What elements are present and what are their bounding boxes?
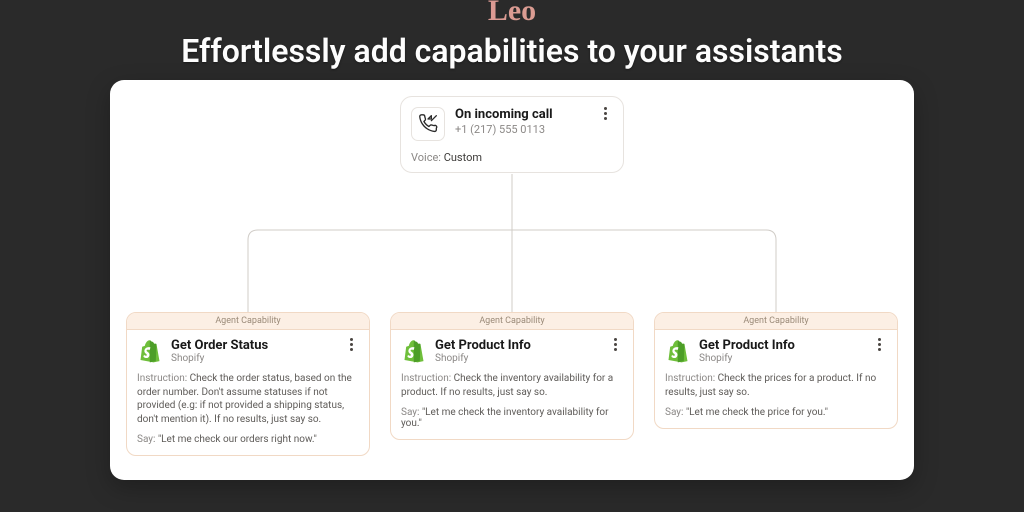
trigger-phone: +1 (217) 555 0113 (455, 123, 587, 136)
capability-menu-button[interactable] (607, 338, 623, 351)
say-label: Say: (401, 407, 419, 418)
capability-source: Shopify (699, 353, 863, 364)
page-headline: Effortlessly add capabilities to your as… (0, 32, 1024, 70)
capability-card[interactable]: Agent Capability Get Order Status Shopif… (126, 312, 370, 456)
say-label: Say: (137, 434, 155, 445)
capability-menu-button[interactable] (871, 338, 887, 351)
capability-tag: Agent Capability (391, 313, 633, 330)
shopify-icon (401, 338, 427, 364)
capability-source: Shopify (435, 353, 599, 364)
capability-tag: Agent Capability (655, 313, 897, 330)
instruction-label: Instruction: (401, 373, 451, 384)
brand-logo: Leo (0, 0, 1024, 28)
voice-row: Voice: Custom (411, 151, 613, 164)
capability-card[interactable]: Agent Capability Get Product Info Shopif… (390, 312, 634, 440)
capability-source: Shopify (171, 353, 335, 364)
capability-card[interactable]: Agent Capability Get Product Info Shopif… (654, 312, 898, 429)
capability-tag: Agent Capability (127, 313, 369, 330)
voice-value: Custom (444, 151, 482, 164)
instruction-label: Instruction: (665, 373, 715, 384)
phone-incoming-icon (411, 107, 445, 141)
shopify-icon (137, 338, 163, 364)
flow-canvas: On incoming call +1 (217) 555 0113 Voice… (110, 80, 914, 480)
instruction-label: Instruction: (137, 373, 187, 384)
capability-title: Get Order Status (171, 338, 335, 353)
shopify-icon (665, 338, 691, 364)
say-text: "Let me check the price for you." (686, 407, 828, 418)
trigger-title: On incoming call (455, 107, 587, 122)
capability-title: Get Product Info (699, 338, 863, 353)
trigger-menu-button[interactable] (597, 107, 613, 120)
say-text: "Let me check the inventory availability… (401, 407, 609, 429)
say-label: Say: (665, 407, 683, 418)
trigger-card[interactable]: On incoming call +1 (217) 555 0113 Voice… (400, 96, 624, 173)
capability-title: Get Product Info (435, 338, 599, 353)
voice-label: Voice: (411, 151, 441, 164)
capability-menu-button[interactable] (343, 338, 359, 351)
say-text: "Let me check our orders right now." (158, 434, 317, 445)
